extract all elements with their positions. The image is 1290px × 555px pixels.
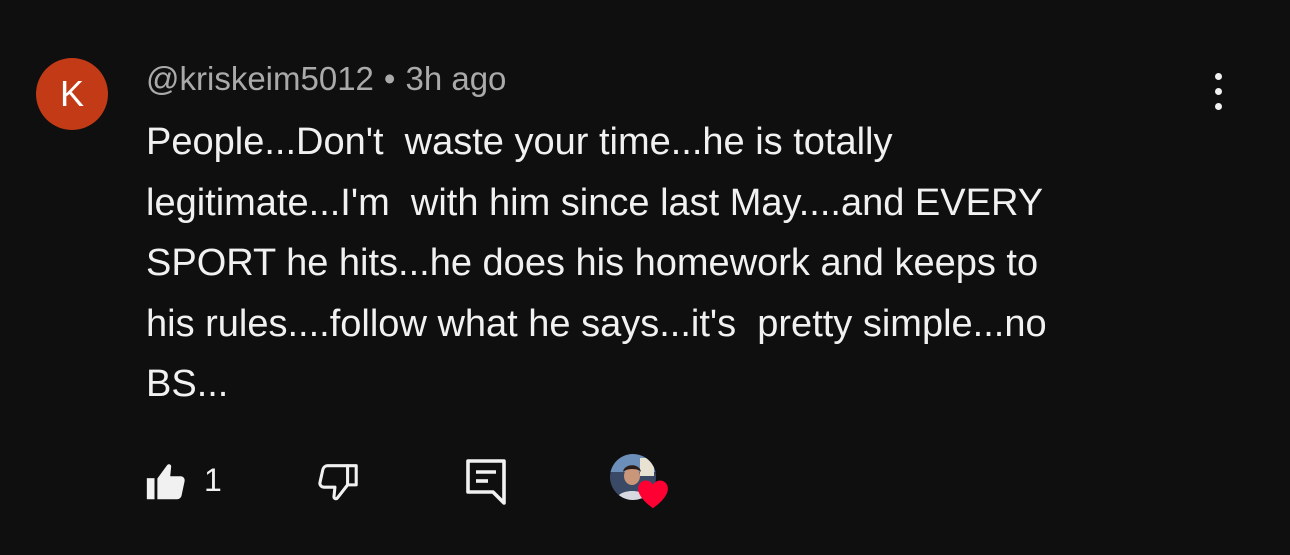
comment-text: People...Don't waste your time...he is t… [146,121,1047,405]
author-avatar[interactable]: K [36,58,108,130]
reply-comment-icon [466,459,506,505]
dislike-button[interactable] [312,456,364,508]
comment-thread: K @kriskeim5012 • 3h ago People...Don't wa… [0,0,1290,555]
thumbs-up-filled-icon [146,464,185,500]
more-vert-icon-dot [1214,87,1222,95]
like-count: 1 [204,462,222,498]
comment-timestamp[interactable]: 3h ago [405,60,506,97]
more-vert-icon-dot [1214,102,1222,110]
meta-separator: • [383,60,396,97]
reply-button[interactable] [460,454,512,510]
comment-header: @kriskeim5012 • 3h ago [146,58,506,100]
avatar-letter: K [59,73,84,114]
comment-actions: 1 [0,446,1290,516]
comment-menu-button[interactable] [1196,66,1240,116]
creator-heart-badge [606,452,672,516]
creator-heart-icon [638,480,668,509]
like-button[interactable] [140,456,192,508]
author-name[interactable]: @kriskeim5012 [146,60,374,97]
more-vert-icon [1214,72,1222,80]
thumbs-down-outline-icon [318,464,358,501]
